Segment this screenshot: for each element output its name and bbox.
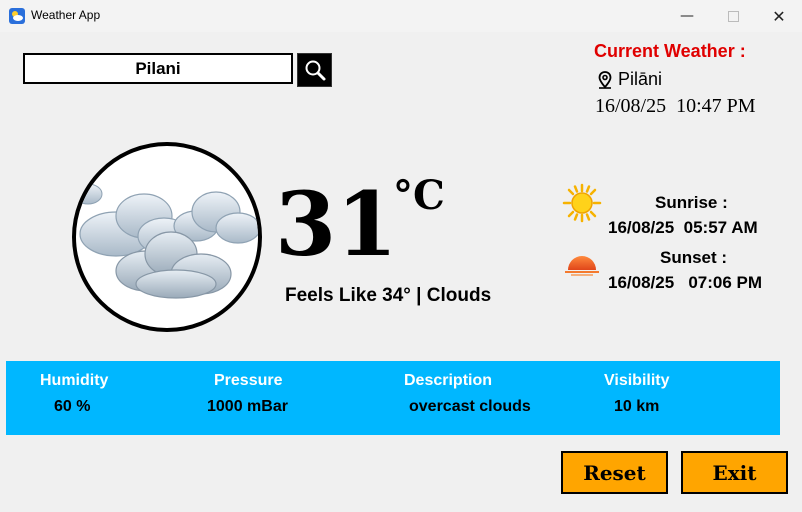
location-name: Pilāni [618, 69, 663, 89]
sunrise-sun-icon [562, 183, 602, 223]
pressure-value: 1000 mBar [207, 398, 288, 415]
clouds-icon [76, 183, 258, 299]
pressure-label: Pressure [214, 372, 283, 389]
humidity-value: 60 % [54, 398, 91, 415]
visibility-value: 10 km [614, 398, 660, 415]
maximize-button[interactable] [710, 0, 756, 32]
temperature-unit: °C [393, 172, 445, 219]
title-bar: Weather App — ✕ [0, 0, 802, 32]
sunset-icon [565, 256, 599, 276]
weather-details-bar: Humidity 60 % Pressure 1000 mBar Descrip… [6, 361, 780, 435]
feels-like-text: Feels Like 34° | Clouds [285, 285, 492, 306]
maximize-icon [727, 10, 739, 22]
sunset-time: 16/08/25 07:06 PM [608, 273, 763, 292]
minimize-button[interactable]: — [664, 0, 710, 32]
description-label: Description [404, 372, 493, 389]
current-datetime: 16/08/25 10:47 PM [595, 95, 756, 117]
search-button[interactable] [297, 53, 332, 87]
current-weather-heading: Current Weather : [594, 41, 746, 61]
reset-button[interactable]: Reset [561, 451, 668, 494]
temperature-value: 31 [275, 172, 398, 276]
weather-icon-frame [72, 142, 262, 332]
app-weather-icon [9, 8, 25, 24]
search-box [23, 53, 293, 84]
humidity-label: Humidity [40, 372, 109, 389]
window-title: Weather App [31, 8, 101, 22]
location: Pilāni [598, 69, 662, 90]
city-search-input[interactable] [25, 55, 291, 82]
sunset-label: Sunset : [660, 248, 728, 267]
minimize-icon: — [680, 8, 694, 24]
visibility-label: Visibility [604, 372, 670, 389]
sunrise-label: Sunrise : [655, 193, 728, 212]
search-icon [305, 60, 325, 81]
sunrise-time: 16/08/25 05:57 AM [608, 218, 758, 237]
exit-button[interactable]: Exit [681, 451, 788, 494]
close-button[interactable]: ✕ [756, 0, 802, 32]
location-pin-icon [598, 70, 612, 89]
description-value: overcast clouds [409, 398, 531, 415]
close-icon: ✕ [772, 6, 786, 26]
